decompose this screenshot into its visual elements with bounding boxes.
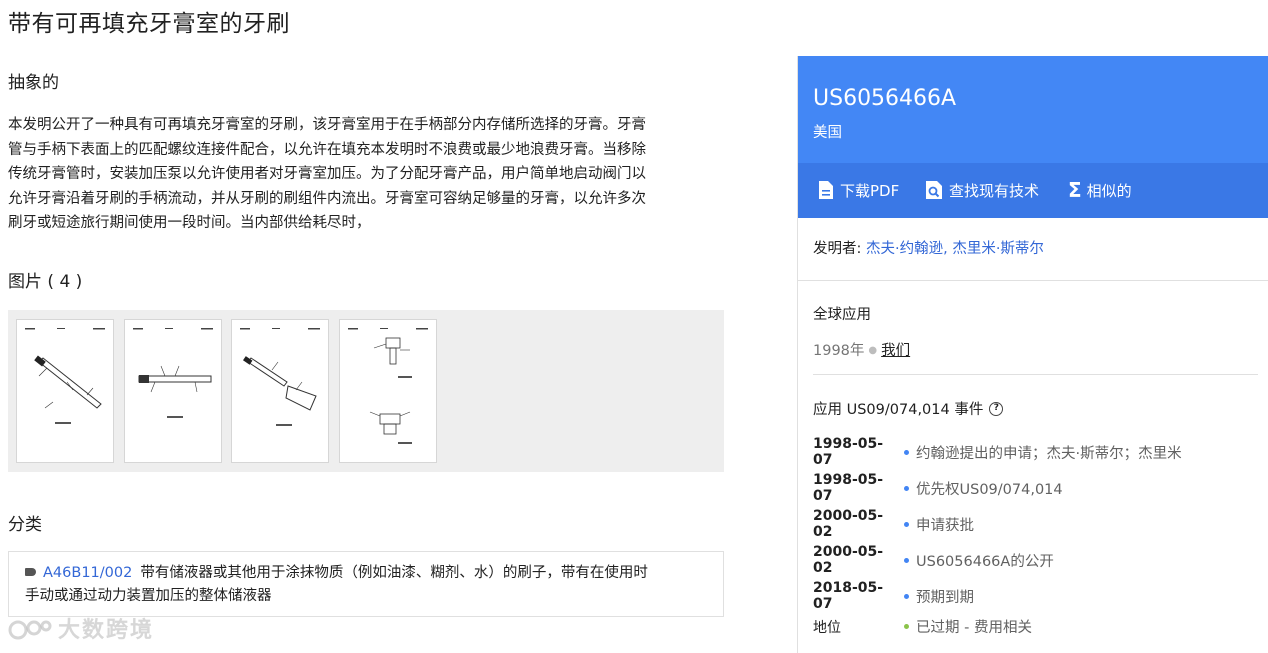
event-text: 申请获批	[916, 517, 974, 534]
application-events-title: 应用 US09/074,014 事件	[813, 402, 984, 418]
event-text: 约翰逊提出的申请；杰夫·斯蒂尔；杰里米	[916, 445, 1182, 462]
event-dot	[904, 521, 909, 527]
tag-icon	[25, 568, 36, 576]
event-dot	[904, 593, 909, 599]
sidebar: US6056466A 美国 下载PDF 查找现有技术 Σ 相似的 发明者: 杰夫…	[797, 56, 1268, 653]
event-date: 2000-05-02	[813, 508, 884, 540]
event-text: 预期到期	[916, 589, 974, 606]
event-date: 2018-05-07	[813, 580, 884, 612]
status-value: 已过期 - 费用相关	[916, 620, 1032, 636]
download-pdf-label: 下载PDF	[840, 181, 900, 200]
event-date: 1998-05-07	[813, 436, 884, 468]
event-row: 2000-05-02 US6056466A的公开	[813, 544, 1054, 576]
thumbnail-figure-3[interactable]	[231, 319, 329, 463]
similar-button[interactable]: Σ 相似的	[1068, 178, 1132, 202]
status-row: 地位 已过期 - 费用相关	[813, 616, 1032, 637]
event-row: 1998-05-07 优先权US09/074,014	[813, 472, 1063, 504]
abstract-line: 刷牙或短途旅行期间使用一段时间。当内部供给耗尽时，	[8, 215, 371, 231]
event-dot	[904, 485, 909, 491]
watermark-text: 大数跨境	[58, 618, 155, 643]
images-heading: 图片 ( 4 )	[8, 272, 83, 292]
event-row: 2000-05-02 申请获批	[813, 508, 974, 540]
classification-description: 带有储液器或其他用于涂抹物质（例如油漆、糊剂、水）的刷子，带有在使用时	[140, 565, 648, 581]
help-icon[interactable]: ?	[989, 401, 1004, 416]
abstract-text: 本发明公开了一种具有可再填充牙膏室的牙刷，该牙膏室用于在手柄部分内存储所选择的牙…	[8, 113, 708, 236]
pdf-file-icon	[819, 181, 833, 199]
thumbnail-figure-4-5[interactable]	[339, 319, 437, 463]
abstract-line: 管与手柄下表面上的匹配螺纹连接件配合，以允许在填充本发明时不浪费或最少地浪费牙膏…	[8, 141, 646, 158]
find-prior-art-button[interactable]: 查找现有技术	[925, 178, 1039, 202]
event-dot	[904, 449, 909, 455]
similar-label: 相似的	[1086, 181, 1132, 200]
status-label: 地位	[813, 619, 841, 636]
watermark: 大数跨境	[8, 612, 154, 644]
divider	[798, 280, 1268, 281]
classification-entry: A46B11/002 带有储液器或其他用于涂抹物质（例如油漆、糊剂、水）的刷子，带…	[8, 551, 724, 617]
event-text: 优先权US09/074,014	[916, 481, 1063, 498]
classification-heading: 分类	[8, 515, 42, 535]
watermark-logo-icon	[8, 620, 52, 640]
status-dot	[904, 624, 909, 629]
worldwide-applications-row: 1998年 ● 我们	[813, 339, 910, 360]
worldwide-year: 1998年	[813, 343, 865, 359]
prior-art-search-icon	[926, 181, 942, 199]
worldwide-applications-heading: 全球应用	[813, 307, 871, 323]
event-date: 2000-05-02	[813, 544, 884, 576]
page-title: 带有可再填充牙膏室的牙刷	[8, 11, 290, 37]
worldwide-country-link[interactable]: 我们	[881, 343, 910, 359]
event-date: 1998-05-07	[813, 472, 884, 504]
classification-code-link[interactable]: A46B11/002	[43, 565, 132, 581]
event-row: 1998-05-07 约翰逊提出的申请；杰夫·斯蒂尔；杰里米	[813, 436, 1182, 468]
publication-number: US6056466A	[813, 86, 957, 111]
abstract-heading: 抽象的	[8, 73, 59, 93]
event-dot	[904, 557, 909, 563]
event-row: 2018-05-07 预期到期	[813, 580, 974, 612]
classification-description: 手动或通过动力装置加压的整体储液器	[25, 588, 272, 604]
separator-dot: ●	[868, 345, 878, 356]
sigma-icon: Σ	[1068, 178, 1082, 202]
inventors-links[interactable]: 杰夫·约翰逊, 杰里米·斯蒂尔	[866, 241, 1044, 257]
event-text: US6056466A的公开	[916, 553, 1054, 570]
inventors-label: 发明者:	[813, 241, 866, 257]
divider	[813, 374, 1258, 375]
image-gallery	[8, 310, 724, 472]
abstract-line: 本发明公开了一种具有可再填充牙膏室的牙刷，该牙膏室用于在手柄部分内存储所选择的牙…	[8, 117, 646, 133]
abstract-line: 传统牙膏管时，安装加压泵以允许使用者对牙膏室加压。为了分配牙膏产品，用户简单地启…	[8, 166, 646, 182]
download-pdf-button[interactable]: 下载PDF	[818, 178, 899, 202]
abstract-line: 允许牙膏沿着牙刷的手柄流动，并从牙刷的刷组件内流出。牙膏室可容纳足够量的牙膏，以…	[8, 190, 646, 207]
inventors: 发明者: 杰夫·约翰逊, 杰里米·斯蒂尔	[813, 237, 1044, 258]
thumbnail-figure-1[interactable]	[16, 319, 114, 463]
find-prior-art-label: 查找现有技术	[949, 181, 1040, 200]
thumbnail-figure-2[interactable]	[124, 319, 222, 463]
application-events-heading: 应用 US09/074,014 事件?	[813, 398, 1004, 419]
publication-country: 美国	[813, 125, 842, 141]
